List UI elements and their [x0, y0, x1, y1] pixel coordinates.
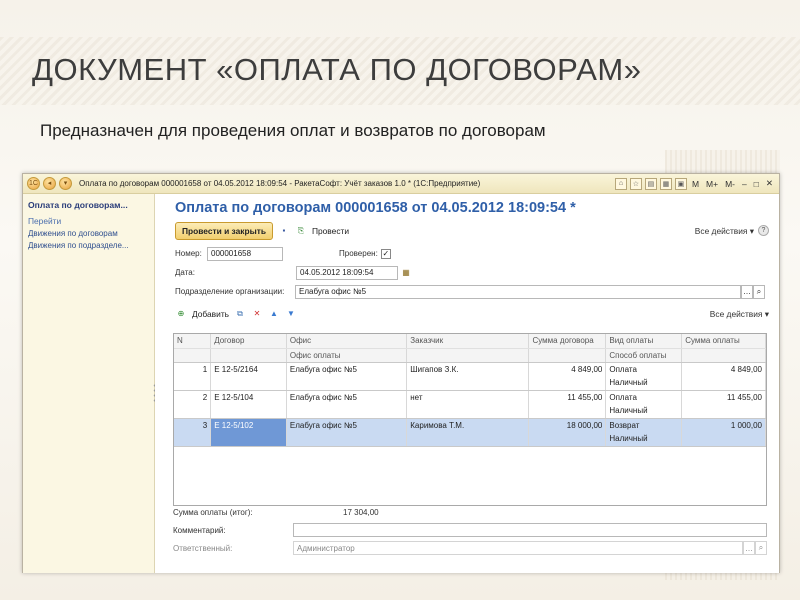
form-toolbar: Провести и закрыть ▪ ⎘ Провести Все дейс… — [175, 221, 769, 240]
post-and-close-button[interactable]: Провести и закрыть — [175, 221, 273, 240]
table-header-row-2: Офис оплаты Способ оплаты — [174, 348, 766, 363]
calendar-picker-icon[interactable]: ▦ — [400, 267, 412, 279]
col-sum-pay[interactable]: Сумма оплаты — [681, 334, 766, 349]
col-contract[interactable]: Договор — [210, 334, 287, 349]
menu-icon[interactable]: ▾ — [59, 177, 72, 190]
memory-plus-button[interactable]: M+ — [704, 179, 720, 189]
col-n[interactable]: N — [174, 334, 212, 349]
clipboard-icon[interactable]: ▤ — [644, 177, 657, 190]
save-icon[interactable]: ▪ — [278, 225, 290, 237]
date-label: Дата: — [175, 268, 195, 277]
col-office-pay[interactable]: Офис оплаты — [286, 348, 408, 363]
table-header-row: N Договор Офис Заказчик Сумма договора В… — [174, 334, 766, 349]
nav-link-contracts[interactable]: Движения по договорам — [28, 228, 149, 240]
table-row[interactable]: 2 Е 12-5/104 Елабуга офис №5 нет 11 455,… — [174, 390, 766, 404]
comment-label: Комментарий: — [173, 525, 226, 535]
table-row-selected-sub[interactable]: Наличный — [174, 432, 766, 447]
maximize-button[interactable]: □ — [752, 179, 761, 189]
checked-checkbox[interactable]: ✓ — [380, 248, 391, 259]
department-row: Подразделение организации: Елабуга офис … — [175, 283, 769, 300]
responsible-select-icon[interactable]: … — [743, 541, 755, 555]
responsible-label: Ответственный: — [173, 543, 233, 553]
calculator-icon[interactable]: ▣ — [674, 177, 687, 190]
app-window: 1С ◂ ▾ Оплата по договорам 000001658 от … — [22, 173, 780, 573]
slide-subtitle: Предназначен для проведения оплат и возв… — [40, 121, 546, 140]
comment-row: Комментарий: — [173, 522, 767, 538]
col-customer[interactable]: Заказчик — [406, 334, 530, 349]
department-label: Подразделение организации: — [175, 287, 285, 296]
home-icon[interactable]: ⌂ — [614, 177, 627, 190]
window-title: Оплата по договорам 000001658 от 04.05.2… — [79, 179, 481, 188]
add-icon[interactable]: ⊕ — [175, 308, 187, 320]
date-field[interactable]: 04.05.2012 18:09:54 — [296, 265, 398, 280]
table-all-actions-menu[interactable]: Все действия ▾ — [710, 309, 769, 319]
post-button[interactable]: Провести — [312, 226, 349, 236]
col-pay-method[interactable]: Способ оплаты — [605, 348, 683, 363]
nav-link-departments[interactable]: Движения по подразделе... — [28, 240, 149, 252]
department-field[interactable]: Елабуга офис №5 — [295, 284, 741, 299]
nav-section: Перейти — [28, 216, 62, 226]
col-office[interactable]: Офис — [286, 334, 408, 349]
select-icon[interactable]: … — [741, 284, 753, 299]
calendar-icon[interactable]: ▦ — [659, 177, 672, 190]
number-row: Номер: 000001658 Проверен: ✓ — [175, 245, 769, 262]
table-row[interactable]: 1 Е 12-5/2164 Елабуга офис №5 Шигапов З.… — [174, 362, 766, 376]
responsible-search-icon[interactable]: ⌕ — [755, 541, 767, 555]
memory-minus-button[interactable]: M- — [723, 179, 737, 189]
back-icon[interactable]: ◂ — [43, 177, 56, 190]
total-label: Сумма оплаты (итог): — [173, 507, 253, 517]
slide-title: Документ «Оплата по договорам» — [32, 52, 642, 87]
move-up-icon[interactable]: ▲ — [268, 308, 280, 320]
total-value: 17 304,00 — [343, 507, 379, 517]
table-row-selected[interactable]: 3 Е 12-5/102 Елабуга офис №5 Каримова Т.… — [174, 418, 766, 432]
form-footer: Сумма оплаты (итог): 17 304,00 Комментар… — [173, 504, 767, 558]
star-icon[interactable]: ☆ — [629, 177, 642, 190]
responsible-field[interactable]: Администратор — [293, 541, 743, 555]
search-icon[interactable]: ⌕ — [753, 284, 765, 299]
app-logo-icon[interactable]: 1С — [27, 177, 40, 190]
nav-title[interactable]: Оплата по договорам... — [28, 200, 149, 210]
total-row: Сумма оплаты (итог): 17 304,00 — [173, 504, 767, 520]
table-toolbar: ⊕ Добавить ⧉ ✕ ▲ ▼ Все действия ▾ — [175, 304, 769, 323]
post-icon[interactable]: ⎘ — [295, 225, 307, 237]
col-sum-contract[interactable]: Сумма договора — [528, 334, 607, 349]
responsible-row: Ответственный: Администратор … ⌕ — [173, 540, 767, 556]
title-bar: 1С ◂ ▾ Оплата по договорам 000001658 от … — [23, 174, 779, 194]
all-actions-menu[interactable]: Все действия ▾ — [695, 226, 754, 236]
table-row-sub[interactable]: Наличный — [174, 376, 766, 391]
minimize-button[interactable]: – — [740, 179, 749, 189]
col-pay-type[interactable]: Вид оплаты — [605, 334, 683, 349]
copy-icon[interactable]: ⧉ — [234, 308, 246, 320]
help-icon[interactable]: ? — [758, 225, 769, 236]
close-button[interactable]: ✕ — [764, 178, 775, 189]
memory-button[interactable]: M — [690, 179, 701, 189]
date-row: Дата: 04.05.2012 18:09:54 ▦ — [175, 264, 769, 281]
number-field[interactable]: 000001658 — [207, 246, 283, 261]
table-row-sub[interactable]: Наличный — [174, 404, 766, 419]
move-down-icon[interactable]: ▼ — [285, 308, 297, 320]
comment-field[interactable] — [293, 523, 767, 537]
add-button[interactable]: Добавить — [192, 309, 229, 319]
number-label: Номер: — [175, 249, 202, 258]
payments-table[interactable]: N Договор Офис Заказчик Сумма договора В… — [173, 333, 767, 506]
navigation-panel: Оплата по договорам... Перейти Движения … — [23, 194, 156, 573]
checked-label: Проверен: — [339, 249, 378, 258]
delete-icon[interactable]: ✕ — [251, 308, 263, 320]
document-title: Оплата по договорам 000001658 от 04.05.2… — [175, 200, 576, 216]
